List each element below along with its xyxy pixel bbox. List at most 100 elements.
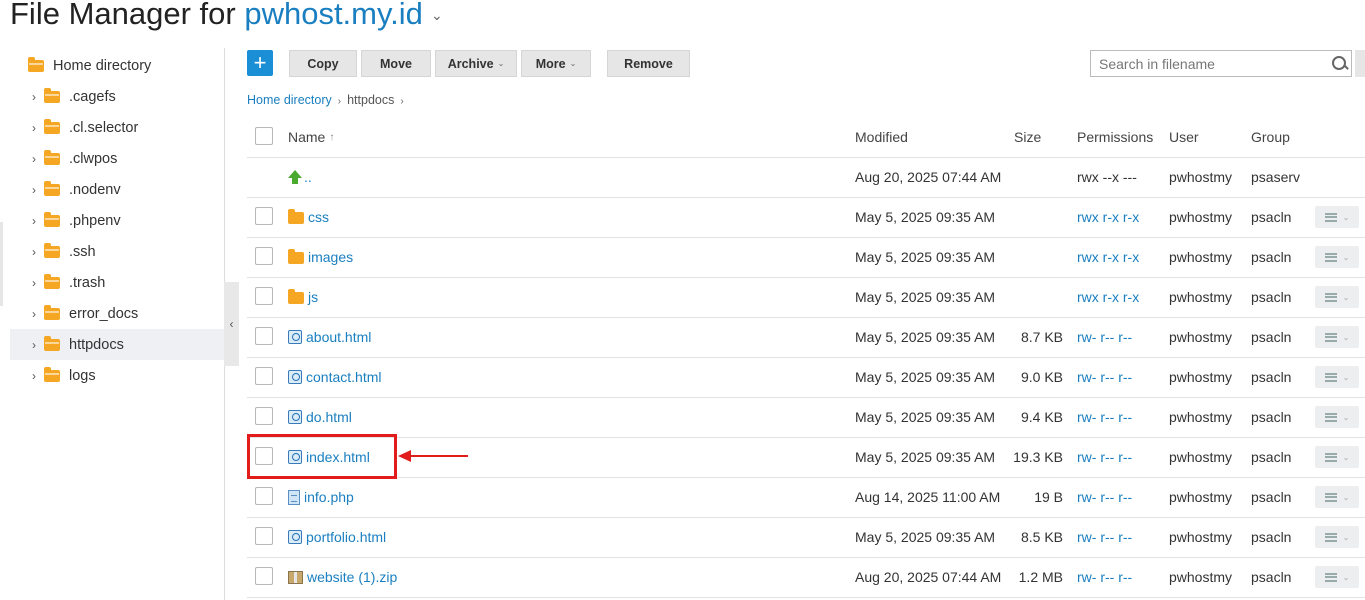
row-menu-button[interactable]: ⌄ — [1315, 566, 1359, 588]
select-all-checkbox[interactable] — [255, 127, 273, 145]
table-row[interactable]: images May 5, 2025 09:35 AM rwx r-x r-x pwh… — [247, 237, 1365, 278]
file-name-link[interactable]: images — [308, 249, 353, 265]
chevron-right-icon[interactable]: › — [28, 214, 40, 228]
table-row[interactable]: website (1).zip Aug 20, 2025 07:44 AM 1.2 … — [247, 557, 1365, 598]
chevron-down-icon[interactable]: ⌄ — [431, 7, 443, 23]
permissions-cell[interactable]: rw- r-- r-- — [1077, 397, 1132, 437]
row-menu-button[interactable]: ⌄ — [1315, 486, 1359, 508]
sidebar-item[interactable]: › .cl.selector — [10, 112, 224, 143]
column-name-header[interactable]: Name ↑ — [288, 117, 334, 157]
archive-button[interactable]: Archive ⌄ — [435, 50, 517, 77]
file-name-link[interactable]: js — [308, 289, 318, 305]
sidebar-item[interactable]: › .clwpos — [10, 143, 224, 174]
remove-button[interactable]: Remove — [607, 50, 690, 77]
table-row[interactable]: css May 5, 2025 09:35 AM rwx r-x r-x pwhost… — [247, 197, 1365, 238]
row-menu-button[interactable]: ⌄ — [1315, 246, 1359, 268]
chevron-right-icon[interactable]: › — [28, 307, 40, 321]
file-name-link[interactable]: contact.html — [306, 369, 381, 385]
row-checkbox[interactable] — [255, 247, 273, 265]
group-cell: psacln — [1251, 329, 1292, 345]
chevron-right-icon[interactable]: › — [28, 245, 40, 259]
page-title-domain[interactable]: pwhost.my.id — [244, 0, 423, 31]
copy-button[interactable]: Copy — [289, 50, 357, 77]
row-menu-button[interactable]: ⌄ — [1315, 406, 1359, 428]
file-name-link[interactable]: info.php — [304, 489, 354, 505]
user-cell: pwhostmy — [1169, 529, 1233, 545]
sidebar-item[interactable]: › .ssh — [10, 236, 224, 267]
sidebar-item[interactable]: › .phpenv — [10, 205, 224, 236]
row-checkbox[interactable] — [255, 407, 273, 425]
chevron-right-icon[interactable]: › — [28, 152, 40, 166]
permissions-cell[interactable]: rw- r-- r-- — [1077, 517, 1132, 557]
row-checkbox[interactable] — [255, 367, 273, 385]
column-size-header[interactable]: Size — [1014, 117, 1041, 157]
row-menu-button[interactable]: ⌄ — [1315, 206, 1359, 228]
search-input[interactable]: Search in filename — [1090, 50, 1352, 77]
chevron-right-icon[interactable]: › — [28, 369, 40, 383]
permissions-cell[interactable]: rw- r-- r-- — [1077, 557, 1132, 597]
modified-cell: May 5, 2025 09:35 AM — [855, 209, 996, 225]
sidebar-item[interactable]: › .trash — [10, 267, 224, 298]
permissions-cell[interactable]: rw- r-- r-- — [1077, 437, 1132, 477]
sidebar-item[interactable]: Home directory — [10, 50, 224, 81]
row-checkbox[interactable] — [255, 287, 273, 305]
column-user-header[interactable]: User — [1169, 117, 1199, 157]
modified-cell: May 5, 2025 09:35 AM — [855, 289, 996, 305]
chevron-down-icon: ⌄ — [1342, 292, 1350, 302]
chevron-right-icon[interactable]: › — [28, 183, 40, 197]
permissions-cell[interactable]: rwx r-x r-x — [1077, 197, 1139, 237]
column-group-header[interactable]: Group — [1251, 117, 1290, 157]
chevron-right-icon[interactable]: › — [28, 90, 40, 104]
file-name-link[interactable]: portfolio.html — [306, 529, 386, 545]
search-icon[interactable] — [1329, 53, 1351, 75]
row-checkbox[interactable] — [255, 567, 273, 585]
file-name-link[interactable]: css — [308, 209, 329, 225]
row-checkbox[interactable] — [255, 207, 273, 225]
table-row[interactable]: .. Aug 20, 2025 07:44 AM rwx --x --- pwhost… — [247, 157, 1365, 198]
table-row[interactable]: about.html May 5, 2025 09:35 AM 8.7 KB rw- … — [247, 317, 1365, 358]
permissions-cell[interactable]: rwx r-x r-x — [1077, 277, 1139, 317]
chevron-right-icon[interactable]: › — [28, 338, 40, 352]
permissions-cell[interactable]: rw- r-- r-- — [1077, 317, 1132, 357]
table-row[interactable]: js May 5, 2025 09:35 AM rwx r-x r-x pwhostm… — [247, 277, 1365, 318]
table-row[interactable]: portfolio.html May 5, 2025 09:35 AM 8.5 KB… — [247, 517, 1365, 558]
row-menu-button[interactable]: ⌄ — [1315, 526, 1359, 548]
table-row[interactable]: do.html May 5, 2025 09:35 AM 9.4 KB rw- r--… — [247, 397, 1365, 438]
breadcrumb: Home directory › httpdocs › — [247, 93, 410, 107]
file-name-link[interactable]: do.html — [306, 409, 352, 425]
sidebar-item[interactable]: › logs — [10, 360, 224, 391]
search-options-button[interactable] — [1355, 50, 1365, 77]
sidebar-collapse-button[interactable]: ‹ — [224, 282, 239, 366]
row-checkbox[interactable] — [255, 527, 273, 545]
breadcrumb-current[interactable]: httpdocs — [347, 93, 394, 107]
folder-icon — [28, 56, 44, 72]
chevron-right-icon[interactable]: › — [28, 276, 40, 290]
column-modified-header[interactable]: Modified — [855, 117, 908, 157]
table-row[interactable]: contact.html May 5, 2025 09:35 AM 9.0 KB rw… — [247, 357, 1365, 398]
sidebar-item[interactable]: › error_docs — [10, 298, 224, 329]
column-permissions-header[interactable]: Permissions — [1077, 117, 1153, 157]
row-checkbox[interactable] — [255, 487, 273, 505]
row-checkbox[interactable] — [255, 327, 273, 345]
file-name-link[interactable]: .. — [304, 169, 312, 185]
file-name-link[interactable]: website (1).zip — [307, 569, 397, 585]
sidebar-item[interactable]: › .nodenv — [10, 174, 224, 205]
move-button[interactable]: Move — [361, 50, 431, 77]
more-button[interactable]: More ⌄ — [521, 50, 591, 77]
sidebar-item[interactable]: › .cagefs — [10, 81, 224, 112]
chevron-right-icon[interactable]: › — [28, 121, 40, 135]
row-menu-button[interactable]: ⌄ — [1315, 326, 1359, 348]
permissions-cell[interactable]: rw- r-- r-- — [1077, 357, 1132, 397]
add-button[interactable]: + — [247, 50, 273, 76]
table-row[interactable]: index.html May 5, 2025 09:35 AM 19.3 KB rw-… — [247, 437, 1365, 478]
row-menu-button[interactable]: ⌄ — [1315, 286, 1359, 308]
sidebar-item[interactable]: › httpdocs — [10, 329, 224, 360]
permissions-cell[interactable]: rw- r-- r-- — [1077, 477, 1132, 517]
file-name-link[interactable]: about.html — [306, 329, 371, 345]
menu-icon — [1324, 412, 1337, 422]
row-menu-button[interactable]: ⌄ — [1315, 366, 1359, 388]
row-menu-button[interactable]: ⌄ — [1315, 446, 1359, 468]
breadcrumb-home[interactable]: Home directory — [247, 93, 332, 107]
permissions-cell[interactable]: rwx r-x r-x — [1077, 237, 1139, 277]
table-row[interactable]: info.php Aug 14, 2025 11:00 AM 19 B rw- r--… — [247, 477, 1365, 518]
